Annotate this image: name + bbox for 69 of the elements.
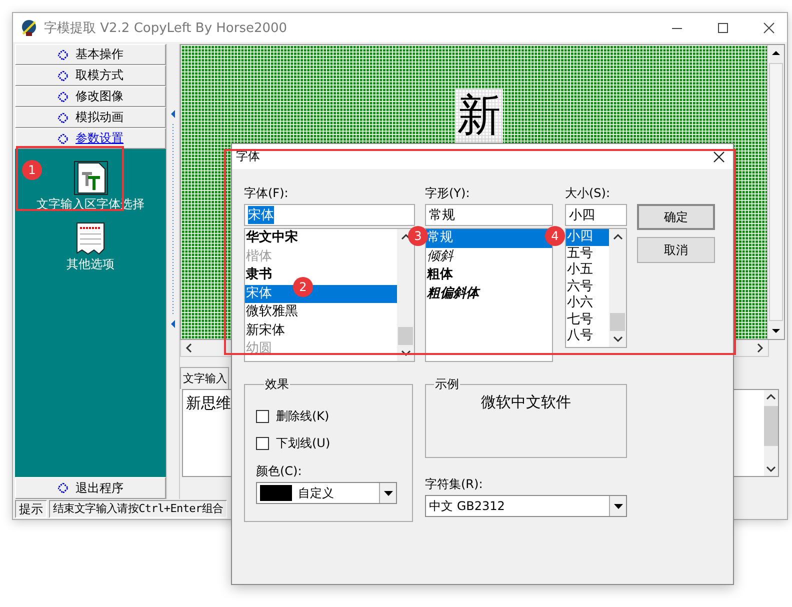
diamond-icon [58,70,68,80]
group-title: 效果 [264,376,290,393]
status-label: 提示 [15,500,47,518]
checkbox-label: 删除线(K) [276,408,330,425]
field-label: 字形(Y): [425,185,471,201]
glyph-preview: 新 [457,94,501,138]
checkbox-label: 下划线(U) [276,435,330,452]
nav-button[interactable]: 修改图像 [15,86,166,107]
status-message: 结束文字输入请按Ctrl+Enter组合 [49,500,228,518]
close-icon[interactable] [713,150,725,162]
list-item[interactable]: 新宋体 [245,322,397,340]
list-item[interactable]: 倾斜 [426,248,552,266]
field-label: 字符集(R): [425,476,484,492]
field-label: 颜色(C): [256,463,303,479]
close-icon[interactable] [763,22,775,34]
scrollbar[interactable] [397,229,414,361]
sample-text: 微软中文软件 [481,393,571,412]
nav-button[interactable]: 取模方式 [15,65,166,86]
nav-button[interactable]: 参数设置 [15,128,166,149]
exit-button[interactable]: 退出程序 [15,477,166,499]
scrollbar[interactable] [767,45,784,339]
list-item[interactable]: 八号 [566,328,609,344]
size-list[interactable]: 小四 五号 小五 六号 小六 七号 八号 [565,228,627,348]
dialog-title: 字体 [236,148,260,165]
nav-button[interactable]: 基本操作 [15,44,166,65]
list-item[interactable]: 六号 [566,278,609,295]
list-item[interactable]: 微软雅黑 [245,303,397,322]
charset-dropdown[interactable]: 中文 GB2312 [425,495,627,517]
list-item[interactable]: 小五 [566,262,609,278]
color-name: 自定义 [297,484,335,502]
diamond-icon [58,50,68,60]
scrollbar-thumb[interactable] [764,406,778,446]
cancel-button[interactable]: 取消 [637,237,715,263]
size-field[interactable]: 小四 [565,204,627,226]
field-label: 大小(S): [565,185,612,201]
diamond-icon [58,92,68,102]
maximize-icon[interactable] [717,22,729,34]
window-title: 字模提取 V2.2 CopyLeft By Horse2000 [44,20,288,36]
list-item[interactable]: 五号 [566,246,609,262]
list-item[interactable]: 小四 [566,229,609,246]
list-item[interactable]: 华文中宋 [245,229,397,248]
document-icon [74,221,108,255]
list-item[interactable]: 小六 [566,295,609,312]
diamond-icon [58,112,68,122]
list-item[interactable]: 七号 [566,312,609,328]
group-title: 示例 [434,376,460,393]
scrollbar-thumb[interactable] [610,313,625,331]
color-dropdown[interactable]: 自定义 [256,482,397,504]
list-item[interactable]: 粗体 [426,266,552,284]
list-item[interactable]: 粗偏斜体 [426,284,552,303]
input-tab[interactable]: 文字输入 [180,367,229,389]
diamond-icon [58,134,68,144]
style-field[interactable]: 常规 [425,204,553,226]
checkbox[interactable] [256,437,269,450]
field-label: 字体(F): [244,185,290,201]
scrollbar[interactable] [609,229,626,347]
ok-button[interactable]: 确定 [637,204,715,230]
app-logo-icon [20,18,38,36]
style-list[interactable]: 常规 倾斜 粗体 粗偏斜体 [425,228,553,362]
scrollbar[interactable] [764,390,778,476]
scrollbar-thumb[interactable] [398,327,413,345]
scrollbar-thumb[interactable] [769,63,783,321]
checkbox[interactable] [256,410,269,423]
nav-button[interactable]: 模拟动画 [15,107,166,128]
diamond-icon [58,483,68,493]
font-document-icon [74,161,108,195]
font-field[interactable]: 宋体 [244,204,415,226]
panel-item[interactable]: 其他选项 [64,221,116,273]
list-item[interactable]: 常规 [426,229,552,248]
